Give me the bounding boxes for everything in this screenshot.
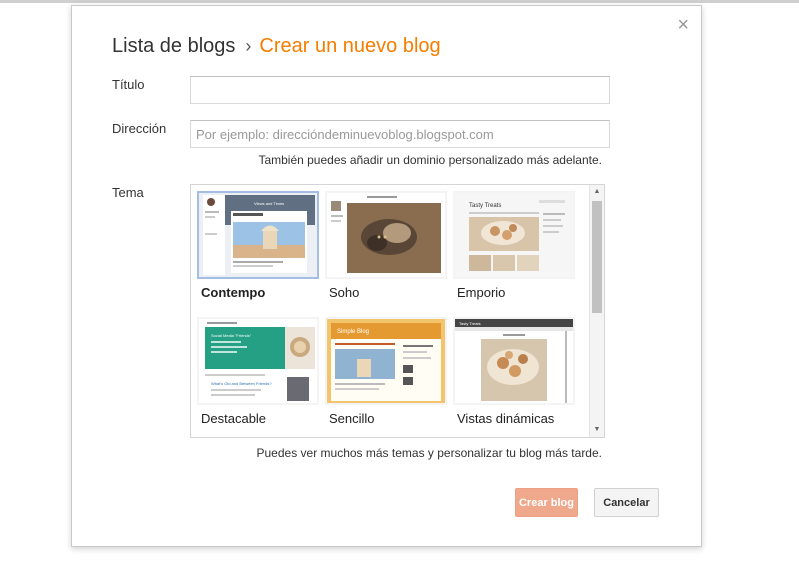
theme-soho-name: Soho	[329, 285, 360, 300]
breadcrumb-blog-list[interactable]: Lista de blogs	[112, 35, 235, 57]
address-label: Dirección	[112, 121, 167, 136]
theme-vistas-dinamicas[interactable]: Tasty Treats Vistas dinámicas	[453, 317, 575, 426]
emporio-thumb-title: Tasty Treats	[469, 203, 501, 209]
theme-destacable-thumbnail: Social Media "Friends" What's Old and Be…	[197, 317, 319, 405]
title-label: Título	[112, 77, 145, 92]
title-input[interactable]	[190, 76, 610, 104]
themes-hint: Puedes ver muchos más temas y personaliz…	[256, 446, 603, 460]
address-input[interactable]	[190, 120, 610, 148]
create-blog-dialog: × Lista de blogs › Crear un nuevo blog Tít…	[71, 5, 702, 547]
scroll-down-arrow-icon[interactable]: ▼	[590, 423, 604, 437]
destacable-thumb-heading: Social Media "Friends"	[211, 333, 252, 338]
theme-emporio-name: Emporio	[457, 285, 506, 300]
theme-label: Tema	[112, 185, 144, 200]
breadcrumb: Lista de blogs › Crear un nuevo blog	[112, 35, 441, 58]
close-icon[interactable]: ×	[677, 15, 689, 35]
scroll-up-arrow-icon[interactable]: ▲	[590, 185, 604, 199]
address-hint: También puedes añadir un dominio persona…	[258, 153, 602, 167]
theme-emporio-thumbnail: Tasty Treats	[453, 191, 575, 279]
theme-contempo-name: Contempo	[201, 285, 266, 300]
theme-destacable[interactable]: Social Media "Friends" What's Old and Be…	[197, 317, 319, 426]
theme-sencillo[interactable]: Simple Blog Sencillo	[325, 317, 447, 426]
theme-destacable-name: Destacable	[201, 411, 267, 426]
theme-emporio[interactable]: Tasty Treats Emporio	[453, 191, 575, 300]
theme-contempo[interactable]: Views and Times Contempo	[197, 191, 319, 300]
breadcrumb-current: Crear un nuevo blog	[259, 35, 441, 57]
page-top-bar	[0, 0, 799, 3]
contempo-thumb-header: Views and Times	[254, 201, 284, 206]
theme-sencillo-name: Sencillo	[329, 411, 375, 426]
theme-sencillo-thumbnail: Simple Blog	[325, 317, 447, 405]
theme-soho-thumbnail	[325, 191, 447, 279]
theme-picker-scrollbar[interactable]: ▲ ▼	[589, 185, 604, 437]
breadcrumb-separator: ›	[245, 36, 252, 56]
theme-picker: Views and Times Contempo Soho Tasty Trea…	[190, 184, 605, 438]
cancel-button[interactable]: Cancelar	[594, 488, 659, 517]
create-blog-button[interactable]: Crear blog	[515, 488, 578, 517]
theme-soho[interactable]: Soho	[325, 191, 447, 300]
theme-vistas-dinamicas-name: Vistas dinámicas	[457, 411, 555, 426]
destacable-thumb-subheading: What's Old and Between Friends?	[211, 381, 272, 386]
scrollbar-thumb[interactable]	[592, 201, 602, 313]
sencillo-thumb-title: Simple Blog	[337, 329, 369, 335]
theme-vistas-dinamicas-thumbnail: Tasty Treats	[453, 317, 575, 405]
dinamicas-thumb-title: Tasty Treats	[459, 321, 481, 326]
theme-contempo-thumbnail: Views and Times	[197, 191, 319, 279]
